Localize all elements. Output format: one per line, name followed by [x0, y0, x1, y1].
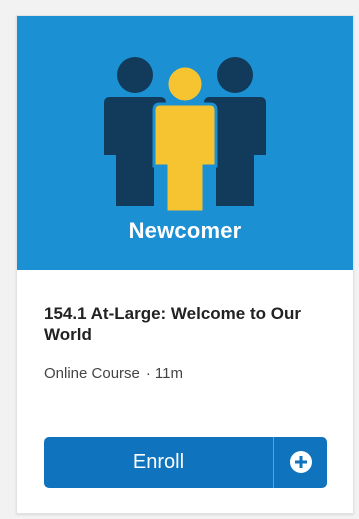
course-title[interactable]: 154.1 At-Large: Welcome to Our World: [44, 303, 334, 345]
enroll-button[interactable]: Enroll: [44, 437, 273, 488]
course-meta: Online Course · 11m: [44, 365, 183, 382]
course-duration: 11m: [154, 365, 183, 382]
category-label: Newcomer: [128, 218, 242, 243]
course-thumbnail[interactable]: Newcomer: [17, 16, 353, 270]
people-group-icon: [104, 57, 266, 212]
plus-circle-icon: [290, 451, 312, 473]
meta-separator: ·: [145, 365, 151, 382]
course-type: Online Course: [44, 365, 140, 382]
course-card[interactable]: Newcomer 154.1 At-Large: Welcome to Our …: [16, 15, 354, 514]
enroll-button-group: Enroll: [44, 437, 327, 488]
add-button[interactable]: [274, 437, 327, 488]
